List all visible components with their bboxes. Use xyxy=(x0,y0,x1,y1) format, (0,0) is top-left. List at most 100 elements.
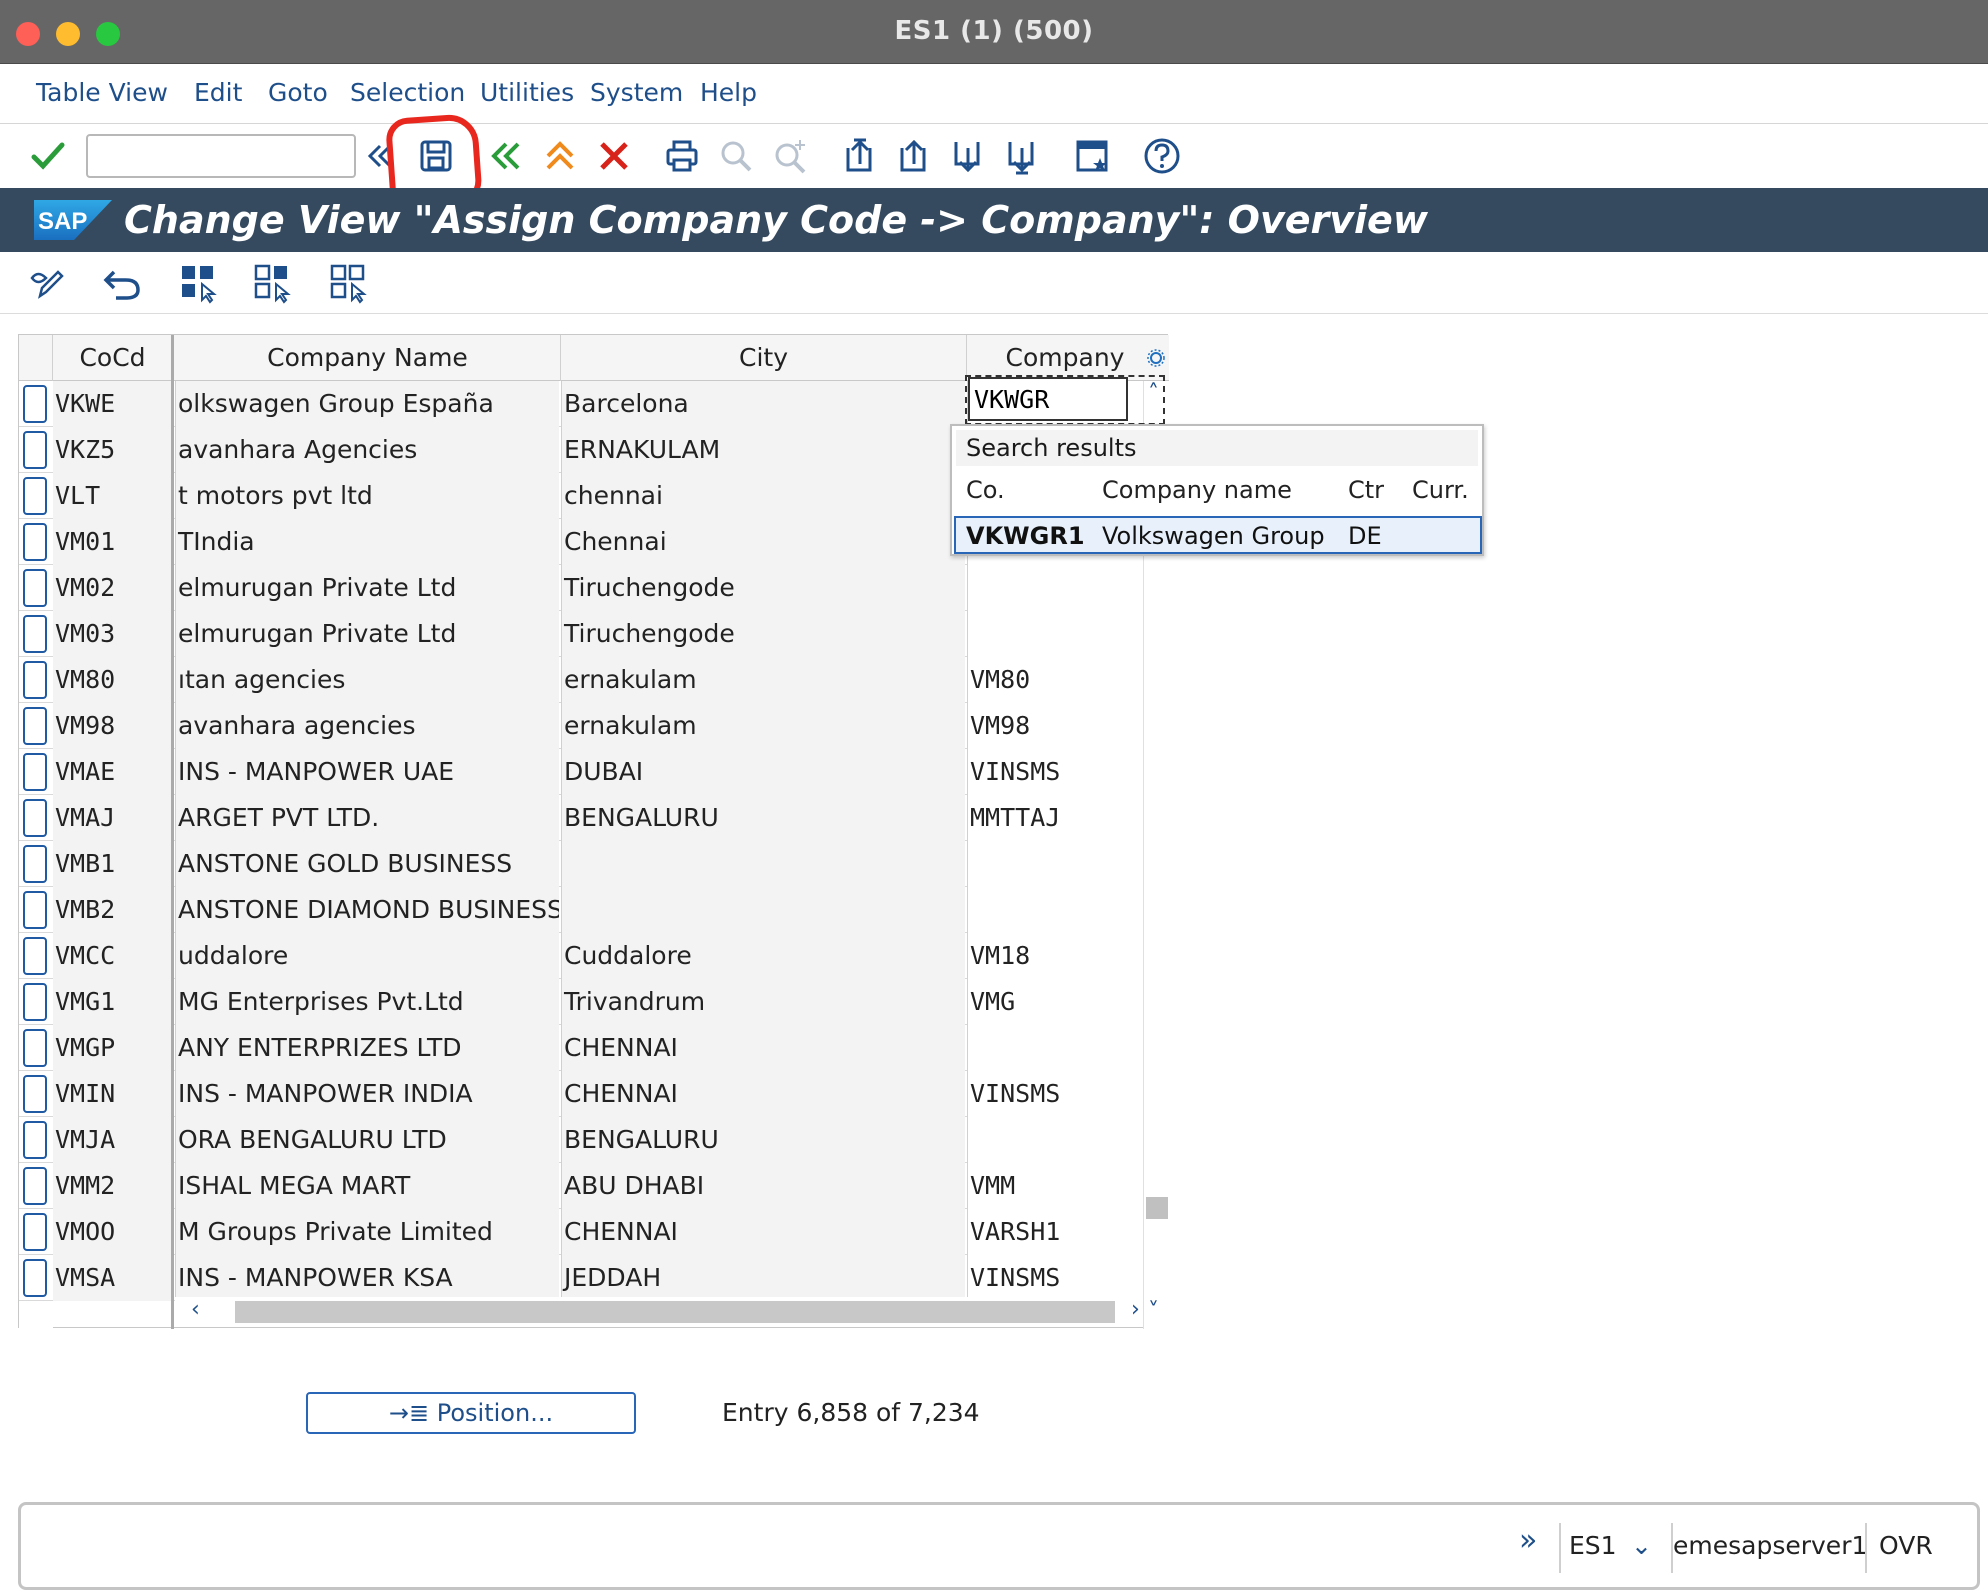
display-change-icon[interactable] xyxy=(24,260,70,306)
cell-city: DUBAI xyxy=(561,749,965,795)
row-select-checkbox[interactable] xyxy=(23,983,47,1021)
status-mode[interactable]: OVR xyxy=(1879,1531,1933,1560)
menu-edit[interactable]: Edit xyxy=(194,78,242,107)
cell-company-name: INS - MANPOWER KSA xyxy=(175,1255,559,1301)
cell-company[interactable]: VM18 xyxy=(967,933,1163,979)
column-header-cocd[interactable]: CoCd xyxy=(53,335,173,381)
menu-selection[interactable]: Selection xyxy=(350,78,465,107)
menu-utilities[interactable]: Utilities xyxy=(480,78,574,107)
cell-company[interactable]: VM98 xyxy=(967,703,1163,749)
cell-company[interactable]: VINSMS xyxy=(967,1255,1163,1301)
row-select-checkbox[interactable] xyxy=(23,1121,47,1159)
table-row: VMCC uddalore Cuddalore VM18 xyxy=(19,933,1163,979)
company-input-active[interactable] xyxy=(968,377,1128,421)
menu-table-view[interactable]: Table View xyxy=(36,78,168,107)
row-select-checkbox[interactable] xyxy=(23,1075,47,1113)
row-select-checkbox[interactable] xyxy=(23,661,47,699)
menu-help[interactable]: Help xyxy=(700,78,757,107)
cell-company[interactable]: VINSMS xyxy=(967,749,1163,795)
select-block-icon[interactable] xyxy=(250,260,296,306)
row-select-checkbox[interactable] xyxy=(23,1167,47,1205)
row-select-checkbox[interactable] xyxy=(23,385,47,423)
status-expand-icon[interactable]: » xyxy=(1519,1523,1537,1558)
cell-company[interactable]: VMM xyxy=(967,1163,1163,1209)
cell-city: ABU DHABI xyxy=(561,1163,965,1209)
row-select-checkbox[interactable] xyxy=(23,523,47,561)
row-select-checkbox[interactable] xyxy=(23,799,47,837)
deselect-all-icon[interactable] xyxy=(326,260,372,306)
cell-company[interactable]: MMTTAJ xyxy=(967,795,1163,841)
table-row: VMB2 ANSTONE DIAMOND BUSINESS xyxy=(19,887,1163,933)
cell-city: chennai xyxy=(561,473,965,519)
cell-company-code: VM01 xyxy=(53,519,171,565)
system-dropdown-icon[interactable]: ⌄ xyxy=(1631,1531,1652,1560)
save-icon[interactable] xyxy=(414,134,458,178)
cell-company[interactable]: VARSH1 xyxy=(967,1209,1163,1255)
column-header-company[interactable]: Company xyxy=(967,335,1163,381)
help-icon[interactable] xyxy=(1140,134,1184,178)
first-page-icon[interactable] xyxy=(838,134,882,178)
row-select-checkbox[interactable] xyxy=(23,569,47,607)
position-button[interactable]: →≣ Position... xyxy=(306,1392,636,1434)
select-all-icon[interactable] xyxy=(176,260,222,306)
cell-company[interactable] xyxy=(967,611,1163,657)
back-icon[interactable] xyxy=(484,134,528,178)
back-double-icon[interactable] xyxy=(356,134,400,178)
cell-company-code: VM02 xyxy=(53,565,171,611)
fixed-column-divider[interactable] xyxy=(171,335,174,1329)
exit-icon[interactable] xyxy=(538,134,582,178)
scroll-right-icon[interactable]: › xyxy=(1131,1297,1140,1322)
cell-company[interactable] xyxy=(967,565,1163,611)
row-select-checkbox[interactable] xyxy=(23,615,47,653)
cancel-icon[interactable] xyxy=(592,134,636,178)
create-session-icon[interactable] xyxy=(1070,134,1114,178)
status-system: ES1 xyxy=(1569,1531,1617,1560)
horizontal-scrollbar[interactable]: ‹ › xyxy=(175,1297,1143,1327)
cell-city: CHENNAI xyxy=(561,1071,965,1117)
row-select-checkbox[interactable] xyxy=(23,1029,47,1067)
print-icon[interactable] xyxy=(660,134,704,178)
row-select-checkbox[interactable] xyxy=(23,707,47,745)
enter-icon[interactable] xyxy=(26,134,70,178)
scroll-down-icon[interactable]: ˅ xyxy=(1148,1299,1159,1324)
cell-company-code: VMAE xyxy=(53,749,171,795)
last-page-icon[interactable] xyxy=(1000,134,1044,178)
cell-company[interactable]: VINSMS xyxy=(967,1071,1163,1117)
cell-company[interactable]: VMG xyxy=(967,979,1163,1025)
scroll-left-icon[interactable]: ‹ xyxy=(191,1297,200,1322)
scroll-up-icon[interactable]: ˄ xyxy=(1148,381,1159,406)
cell-city xyxy=(561,887,965,933)
horizontal-scroll-thumb[interactable] xyxy=(235,1301,1115,1323)
vertical-scroll-thumb[interactable] xyxy=(1146,1197,1168,1219)
row-select-checkbox[interactable] xyxy=(23,937,47,975)
cell-city: CHENNAI xyxy=(561,1209,965,1255)
cell-company[interactable] xyxy=(967,887,1163,933)
search-result-row[interactable]: VKWGR1 Volkswagen Group DE xyxy=(954,516,1482,554)
cell-company[interactable] xyxy=(967,841,1163,887)
row-select-checkbox[interactable] xyxy=(23,1259,47,1297)
popup-header-curr: Curr. xyxy=(1412,476,1469,504)
select-all-column-header[interactable] xyxy=(19,335,53,381)
row-select-checkbox[interactable] xyxy=(23,431,47,469)
cell-company-name: ıtan agencies xyxy=(175,657,559,703)
row-select-checkbox[interactable] xyxy=(23,753,47,791)
row-select-checkbox[interactable] xyxy=(23,845,47,883)
row-select-checkbox[interactable] xyxy=(23,477,47,515)
cell-company[interactable] xyxy=(967,1117,1163,1163)
menu-goto[interactable]: Goto xyxy=(268,78,328,107)
menu-system[interactable]: System xyxy=(590,78,683,107)
previous-page-icon[interactable] xyxy=(892,134,936,178)
command-field[interactable] xyxy=(86,134,356,178)
svg-text:SAP: SAP xyxy=(38,208,87,235)
row-select-checkbox[interactable] xyxy=(23,1213,47,1251)
next-page-icon[interactable] xyxy=(946,134,990,178)
column-header-city[interactable]: City xyxy=(561,335,967,381)
cell-company[interactable] xyxy=(967,1025,1163,1071)
table-settings-icon[interactable] xyxy=(1143,335,1169,381)
row-select-checkbox[interactable] xyxy=(23,891,47,929)
table-row: VMIN INS - MANPOWER INDIA CHENNAI VINSMS xyxy=(19,1071,1163,1117)
cell-company[interactable]: VM80 xyxy=(967,657,1163,703)
status-bar: » ES1 ⌄ emesapserver1 OVR xyxy=(18,1502,1980,1590)
column-header-company-name[interactable]: Company Name xyxy=(175,335,561,381)
undo-icon[interactable] xyxy=(100,260,146,306)
